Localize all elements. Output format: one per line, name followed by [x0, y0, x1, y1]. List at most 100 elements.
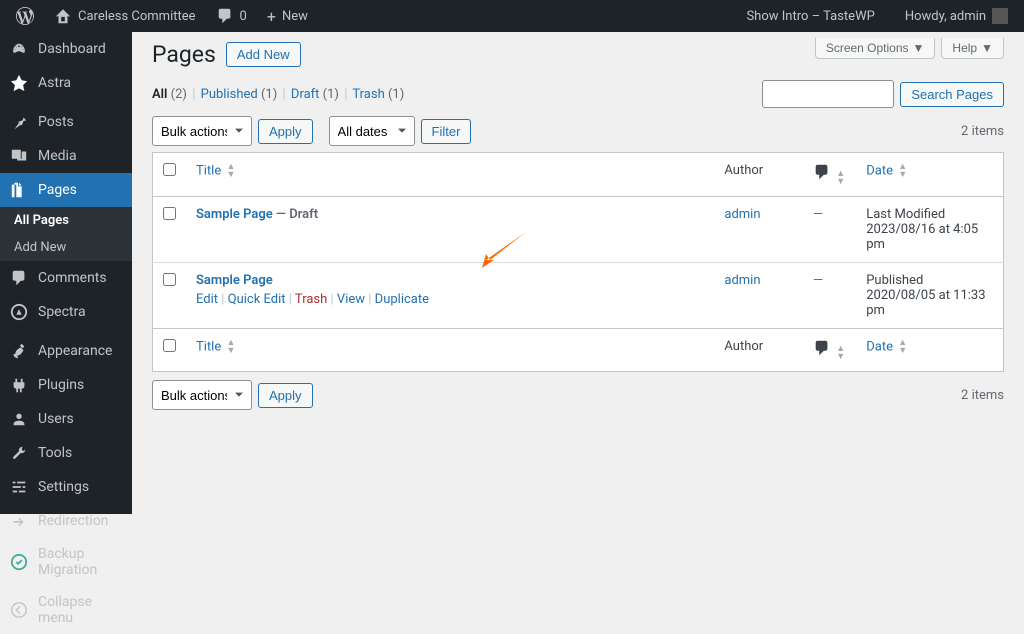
- sidebar-media[interactable]: Media: [0, 139, 132, 173]
- select-all-checkbox-bottom[interactable]: [163, 339, 176, 352]
- filter-all[interactable]: All: [152, 87, 167, 102]
- sort-icon: ▲▼: [836, 345, 845, 361]
- comments-count: 0: [240, 9, 247, 24]
- site-link[interactable]: Careless Committee: [46, 0, 204, 32]
- sidebar-posts[interactable]: Posts: [0, 105, 132, 139]
- sidebar-redirection[interactable]: Redirection: [0, 504, 132, 538]
- comments-icon: [10, 269, 28, 287]
- date-status: Last Modified: [866, 207, 993, 222]
- comment-icon: [813, 339, 831, 357]
- action-quick-edit[interactable]: Quick Edit: [228, 292, 286, 307]
- sidebar-dashboard[interactable]: Dashboard: [0, 32, 132, 66]
- action-view[interactable]: View: [337, 292, 365, 307]
- filter-button[interactable]: Filter: [421, 119, 472, 144]
- sidebar-add-new-page[interactable]: Add New: [0, 234, 132, 261]
- wp-logo[interactable]: [8, 0, 42, 32]
- dashboard-icon: [10, 40, 28, 58]
- new-label: New: [282, 9, 308, 24]
- date-value: 2020/08/05 at 11:33 pm: [866, 288, 993, 318]
- sort-icon: ▲▼: [836, 170, 845, 186]
- sidebar-spectra[interactable]: Spectra: [0, 295, 132, 329]
- date-status: Published: [866, 273, 993, 288]
- sidebar-pages[interactable]: Pages: [0, 173, 132, 207]
- col-title-sort[interactable]: Title: [196, 163, 221, 178]
- add-new-button[interactable]: Add New: [226, 42, 301, 67]
- new-content[interactable]: + New: [259, 0, 316, 32]
- status-filters: All (2) | Published (1) | Draft (1) | Tr…: [152, 87, 404, 102]
- sidebar-appearance[interactable]: Appearance: [0, 334, 132, 368]
- row-checkbox[interactable]: [163, 207, 176, 220]
- author-link[interactable]: admin: [724, 273, 760, 288]
- sidebar-astra[interactable]: Astra: [0, 66, 132, 100]
- pages-table: Title ▲▼ Author ▲▼ Date ▲▼ Sample Page —…: [152, 152, 1004, 372]
- plug-icon: [10, 376, 28, 394]
- sidebar-collapse[interactable]: Collapse menu: [0, 586, 132, 634]
- sidebar-all-pages[interactable]: All Pages: [0, 207, 132, 234]
- backup-icon: [10, 553, 28, 571]
- page-title: Pages: [152, 41, 216, 68]
- sidebar-plugins[interactable]: Plugins: [0, 368, 132, 402]
- bulk-actions-select[interactable]: Bulk actions: [152, 116, 252, 146]
- spectra-icon: [10, 303, 28, 321]
- brush-icon: [10, 342, 28, 360]
- apply-button-bottom[interactable]: Apply: [258, 383, 313, 408]
- show-intro[interactable]: Show Intro – TasteWP: [738, 0, 882, 32]
- sidebar-settings[interactable]: Settings: [0, 470, 132, 504]
- site-name: Careless Committee: [78, 9, 196, 24]
- admin-bar: Careless Committee 0 + New Show Intro – …: [0, 0, 1024, 32]
- sliders-icon: [10, 478, 28, 496]
- comments-cell: —: [803, 196, 856, 262]
- date-value: 2023/08/16 at 4:05 pm: [866, 222, 993, 252]
- redirect-icon: [10, 512, 28, 530]
- screen-options-button[interactable]: Screen Options ▼: [815, 38, 936, 59]
- search-button[interactable]: Search Pages: [900, 82, 1004, 107]
- sort-icon: ▲▼: [898, 339, 907, 355]
- howdy-account[interactable]: Howdy, admin: [897, 0, 1016, 32]
- items-count-bottom: 2 items: [961, 388, 1004, 403]
- col-author: Author: [714, 328, 803, 372]
- admin-sidebar: Dashboard Astra Posts Media Pages All Pa…: [0, 32, 132, 514]
- filter-draft[interactable]: Draft: [291, 87, 320, 102]
- main-content: Screen Options ▼ Help ▼ Pages Add New Al…: [132, 32, 1024, 430]
- sidebar-users[interactable]: Users: [0, 402, 132, 436]
- col-title-sort[interactable]: Title: [196, 339, 221, 354]
- author-link[interactable]: admin: [724, 207, 760, 222]
- col-date-sort[interactable]: Date: [866, 339, 893, 354]
- filter-trash[interactable]: Trash: [352, 87, 384, 102]
- select-all-checkbox[interactable]: [163, 163, 176, 176]
- astra-icon: [10, 74, 28, 92]
- items-count: 2 items: [961, 124, 1004, 139]
- sort-icon: ▲▼: [226, 163, 235, 179]
- page-title-link[interactable]: Sample Page: [196, 207, 273, 222]
- page-title-link[interactable]: Sample Page: [196, 273, 273, 288]
- chevron-down-icon: ▼: [913, 41, 925, 55]
- col-date-sort[interactable]: Date: [866, 163, 893, 178]
- chevron-down-icon: ▼: [981, 41, 993, 55]
- sort-icon: ▲▼: [226, 339, 235, 355]
- action-duplicate[interactable]: Duplicate: [375, 292, 429, 307]
- sidebar-backup-migration[interactable]: Backup Migration: [0, 538, 132, 586]
- help-button[interactable]: Help ▼: [941, 38, 1004, 59]
- sidebar-comments[interactable]: Comments: [0, 261, 132, 295]
- search-input[interactable]: [762, 80, 894, 108]
- row-actions: Edit | Quick Edit | Trash | View | Dupli…: [196, 292, 704, 307]
- table-row: Sample Page Edit | Quick Edit | Trash | …: [153, 262, 1004, 328]
- action-edit[interactable]: Edit: [196, 292, 218, 307]
- action-trash[interactable]: Trash: [295, 292, 327, 307]
- filter-published[interactable]: Published: [201, 87, 258, 102]
- avatar: [992, 8, 1008, 24]
- comments-link[interactable]: 0: [208, 0, 255, 32]
- row-checkbox[interactable]: [163, 273, 176, 286]
- sort-icon: ▲▼: [898, 163, 907, 179]
- bulk-actions-select-bottom[interactable]: Bulk actions: [152, 380, 252, 410]
- sidebar-pages-sub: All Pages Add New: [0, 207, 132, 261]
- pin-icon: [10, 113, 28, 131]
- media-icon: [10, 147, 28, 165]
- comments-cell: —: [803, 262, 856, 328]
- apply-button[interactable]: Apply: [258, 119, 313, 144]
- table-row: Sample Page — Draft admin — Last Modifie…: [153, 196, 1004, 262]
- users-icon: [10, 410, 28, 428]
- comment-icon: [813, 163, 831, 181]
- sidebar-tools[interactable]: Tools: [0, 436, 132, 470]
- date-filter-select[interactable]: All dates: [329, 116, 415, 146]
